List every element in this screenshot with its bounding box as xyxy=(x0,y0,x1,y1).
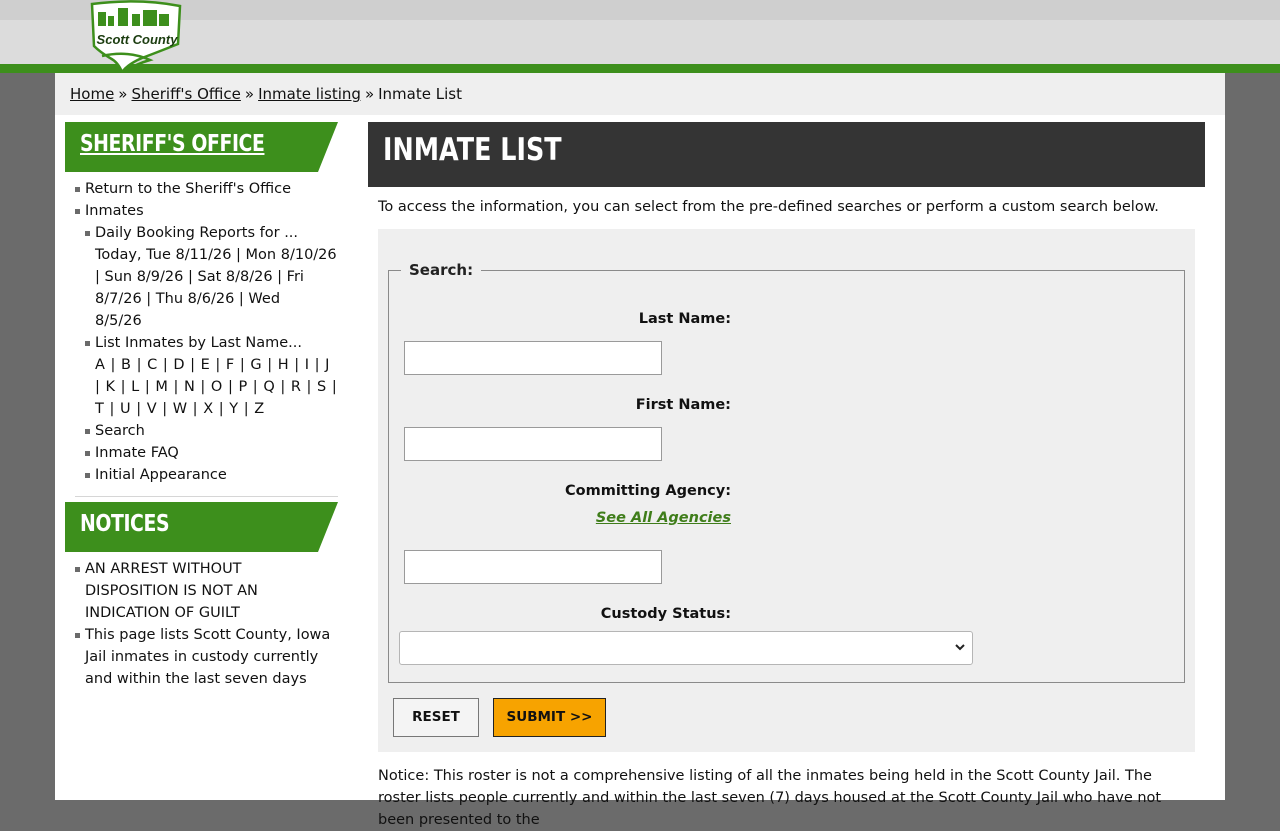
sidebar-item-inmates[interactable]: Inmates Daily Booking Reports for ... To… xyxy=(75,200,338,486)
main-content: INMATE LIST To access the information, y… xyxy=(368,122,1205,828)
first-name-input[interactable] xyxy=(404,427,662,461)
committing-agency-input[interactable] xyxy=(404,550,662,584)
search-legend: Search: xyxy=(409,261,474,279)
day-link[interactable]: Mon 8/10/26 xyxy=(246,247,337,263)
letter-link[interactable]: X xyxy=(203,401,213,417)
sidebar-item-initial-appearance[interactable]: Initial Appearance xyxy=(85,464,338,486)
breadcrumb: Home» Sheriff's Office» Inmate listing» Inm… xyxy=(55,73,1225,115)
last-name-input[interactable] xyxy=(404,341,662,375)
letter-links: A | B | C | D | E | F | G | H | I | J | … xyxy=(95,357,337,417)
letter-link[interactable]: G xyxy=(250,357,261,373)
sidebar-item-search[interactable]: Search xyxy=(85,420,338,442)
sidebar-notices-header: NOTICES xyxy=(65,502,338,552)
page-content: Home» Sheriff's Office» Inmate listing» Inm… xyxy=(55,73,1225,828)
sidebar-divider xyxy=(75,496,338,497)
see-all-agencies-link[interactable]: See All Agencies xyxy=(596,510,731,526)
letter-link[interactable]: M xyxy=(155,379,168,395)
daily-reports-label: Daily Booking Reports for ... xyxy=(95,225,299,241)
letter-link[interactable]: T xyxy=(95,401,104,417)
search-fieldset: Search: Last Name: First Name: Committin… xyxy=(388,261,1185,683)
letter-link[interactable]: E xyxy=(201,357,210,373)
roster-notice: Notice: This roster is not a comprehensi… xyxy=(378,768,1162,828)
letter-link[interactable]: F xyxy=(226,357,234,373)
day-link[interactable]: Thu 8/6/26 xyxy=(156,291,235,307)
sheriffs-office-link[interactable]: SHERIFF'S OFFICE xyxy=(80,131,265,157)
breadcrumb-listing-link[interactable]: Inmate listing xyxy=(258,85,361,103)
site-header xyxy=(0,0,1280,64)
page-title: INMATE LIST xyxy=(383,132,562,168)
day-links: Today, Tue 8/11/26 | Mon 8/10/26 | Sun 8… xyxy=(95,247,337,329)
day-link[interactable]: Today, Tue 8/11/26 xyxy=(95,247,231,263)
sidebar-item-return[interactable]: Return to the Sheriff's Office xyxy=(75,178,338,200)
intro-text: To access the information, you can selec… xyxy=(378,199,1159,215)
submit-button[interactable]: SUBMIT >> xyxy=(493,698,606,737)
sidebar-item-by-last-name: List Inmates by Last Name... A | B | C |… xyxy=(85,332,338,420)
sidebar-item-label[interactable]: Inmates xyxy=(85,203,144,219)
sidebar-item-daily-reports: Daily Booking Reports for ... Today, Tue… xyxy=(85,222,338,332)
search-form-panel: Search: Last Name: First Name: Committin… xyxy=(378,229,1195,752)
notices-list: AN ARREST WITHOUT DISPOSITION IS NOT AN … xyxy=(65,558,338,690)
letter-link[interactable]: Y xyxy=(229,401,238,417)
reset-button[interactable]: RESET xyxy=(393,698,479,737)
sidebar-item-label[interactable]: Return to the Sheriff's Office xyxy=(85,181,291,197)
letter-link[interactable]: H xyxy=(278,357,289,373)
first-name-label: First Name: xyxy=(635,397,731,413)
letter-link[interactable]: Q xyxy=(263,379,274,395)
letter-link[interactable]: J xyxy=(325,357,329,373)
letter-link[interactable]: I xyxy=(305,357,309,373)
page-title-bar: INMATE LIST xyxy=(368,122,1205,187)
breadcrumb-sheriff-link[interactable]: Sheriff's Office xyxy=(131,85,240,103)
custody-status-select[interactable] xyxy=(399,631,973,665)
breadcrumb-home-link[interactable]: Home xyxy=(70,85,114,103)
day-link[interactable]: Sat 8/8/26 xyxy=(197,269,272,285)
day-link[interactable]: Sun 8/9/26 xyxy=(105,269,184,285)
letter-link[interactable]: U xyxy=(120,401,131,417)
sidebar-nav: Return to the Sheriff's Office Inmates D… xyxy=(65,178,338,486)
committing-agency-label: Committing Agency: xyxy=(565,483,731,499)
breadcrumb-separator: » xyxy=(364,85,375,103)
letter-link[interactable]: L xyxy=(131,379,139,395)
sidebar-item-label[interactable]: Inmate FAQ xyxy=(95,445,179,461)
letter-link[interactable]: D xyxy=(173,357,184,373)
sidebar-item-label[interactable]: Initial Appearance xyxy=(95,467,227,483)
letter-link[interactable]: O xyxy=(211,379,222,395)
letter-link[interactable]: K xyxy=(106,379,116,395)
letter-link[interactable]: R xyxy=(291,379,301,395)
letter-link[interactable]: A xyxy=(95,357,105,373)
chevron-down-icon xyxy=(955,644,965,651)
notices-title: NOTICES xyxy=(80,511,170,537)
letter-link[interactable]: W xyxy=(173,401,187,417)
by-last-name-label: List Inmates by Last Name... xyxy=(95,335,303,351)
sidebar-item-label[interactable]: Search xyxy=(95,423,145,439)
letter-link[interactable]: Z xyxy=(254,401,264,417)
letter-link[interactable]: C xyxy=(147,357,157,373)
letter-link[interactable]: B xyxy=(121,357,131,373)
scott-county-logo[interactable]: Scott County xyxy=(88,0,186,75)
sidebar-item-faq[interactable]: Inmate FAQ xyxy=(85,442,338,464)
sidebar-office-header: SHERIFF'S OFFICE xyxy=(65,122,338,172)
header-accent-bar xyxy=(0,64,1280,73)
notice-item: This page lists Scott County, Iowa Jail … xyxy=(75,624,338,690)
last-name-label: Last Name: xyxy=(638,311,731,327)
breadcrumb-current: Inmate List xyxy=(378,85,462,103)
notice-item: AN ARREST WITHOUT DISPOSITION IS NOT AN … xyxy=(75,558,338,624)
logo-text: Scott County xyxy=(97,32,179,47)
sidebar: SHERIFF'S OFFICE Return to the Sheriff's… xyxy=(65,122,338,690)
custody-status-label: Custody Status: xyxy=(600,606,731,622)
letter-link[interactable]: P xyxy=(238,379,247,395)
letter-link[interactable]: N xyxy=(184,379,195,395)
breadcrumb-separator: » xyxy=(244,85,255,103)
letter-link[interactable]: V xyxy=(147,401,157,417)
breadcrumb-separator: » xyxy=(118,85,128,103)
letter-link[interactable]: S xyxy=(317,379,326,395)
